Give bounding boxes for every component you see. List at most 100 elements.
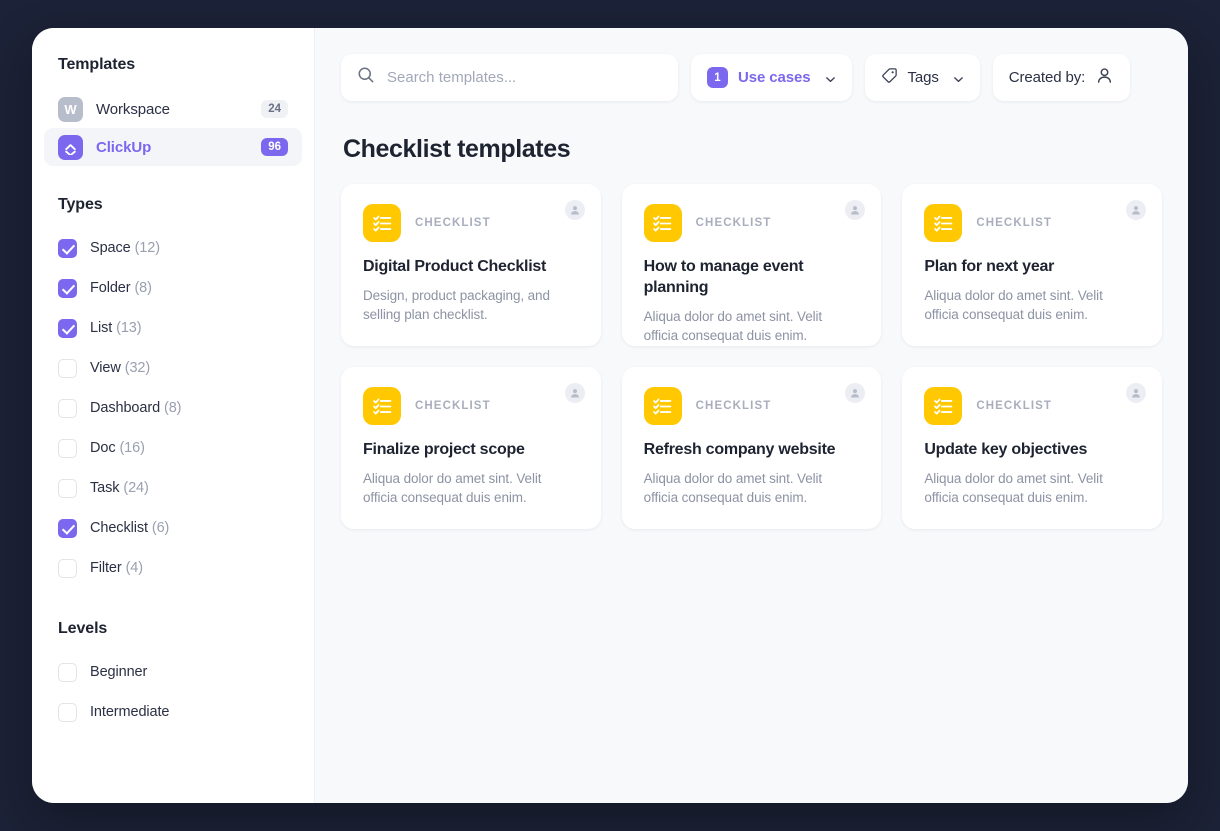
card-title: Refresh company website [643, 441, 836, 458]
template-card[interactable]: CHECKLIST Finalize project scope Aliqua do… [341, 367, 601, 529]
card-description: Aliqua dolor do amet sint. Velit officia… [924, 471, 1103, 505]
clickup-icon [58, 134, 83, 160]
types-heading: Types [58, 196, 103, 213]
sidebar-source-clickup[interactable]: ClickUp 96 [44, 128, 302, 166]
type-filter-view[interactable]: View (32) [32, 348, 314, 388]
type-filter-task[interactable]: Task (24) [32, 468, 314, 508]
type-filter-label: Filter (4) [90, 560, 143, 576]
types-filter-list: Space (12) Folder (8) List (13) View (32) Da… [32, 228, 314, 588]
card-title: Update key objectives [924, 441, 1088, 458]
sidebar-source-label: ClickUp [96, 138, 152, 156]
tags-filter-button[interactable]: Tags [864, 54, 980, 101]
checklist-icon [363, 204, 401, 242]
sidebar: Templates W Workspace 24 ClickUp 96 Types Sp… [32, 28, 315, 803]
type-filter-count: (32) [124, 360, 151, 376]
checkbox-icon[interactable] [58, 558, 77, 578]
type-filter-name: Dashboard [90, 400, 161, 416]
chevron-down-icon [953, 72, 964, 83]
card-header: CHECKLIST [643, 204, 860, 242]
avatar [1125, 200, 1146, 220]
checkbox-icon[interactable] [58, 438, 77, 458]
tag-icon [881, 67, 898, 89]
search-box[interactable] [341, 54, 678, 101]
type-filter-count: (13) [116, 320, 142, 336]
checkbox-checked-icon[interactable] [58, 278, 77, 298]
type-filter-label: Folder (8) [90, 280, 152, 296]
level-filter-label: Intermediate [90, 704, 170, 720]
app-window: Templates W Workspace 24 ClickUp 96 Types Sp… [32, 28, 1188, 803]
level-filter-beginner[interactable]: Beginner [32, 652, 314, 692]
sidebar-source-count-badge: 24 [261, 100, 288, 118]
main-content: 1 Use cases Tags [315, 28, 1188, 803]
checkbox-checked-icon[interactable] [58, 518, 77, 538]
checklist-icon [643, 204, 682, 242]
type-filter-folder[interactable]: Folder (8) [32, 268, 314, 308]
checkbox-icon[interactable] [58, 478, 77, 498]
type-filter-label: Space (12) [90, 240, 160, 256]
card-description: Aliqua dolor do amet sint. Velit officia… [643, 309, 823, 343]
type-filter-label: Dashboard (8) [90, 400, 182, 416]
type-filter-label: Checklist (6) [90, 520, 169, 536]
card-header: CHECKLIST [924, 204, 1140, 242]
chevron-down-icon [825, 72, 836, 83]
sidebar-source-workspace[interactable]: W Workspace 24 [44, 90, 302, 128]
type-filter-count: (8) [134, 280, 152, 296]
type-filter-name: Doc [90, 440, 116, 456]
card-header: CHECKLIST [363, 387, 579, 425]
type-filter-checklist[interactable]: Checklist (6) [32, 508, 314, 548]
card-header: CHECKLIST [363, 204, 579, 242]
checkbox-checked-icon[interactable] [58, 318, 77, 338]
checklist-icon [643, 387, 682, 425]
card-header: CHECKLIST [924, 387, 1140, 425]
search-input[interactable] [387, 69, 662, 86]
type-filter-count: (6) [151, 520, 170, 536]
workspace-icon: W [58, 96, 83, 122]
sidebar-source-label: Workspace [96, 100, 170, 118]
card-type-label: CHECKLIST [415, 400, 491, 412]
checkbox-icon[interactable] [58, 398, 77, 418]
type-filter-label: List (13) [90, 320, 142, 336]
use-cases-filter-button[interactable]: 1 Use cases [691, 54, 852, 101]
checkbox-checked-icon[interactable] [58, 238, 77, 258]
card-title: Plan for next year [924, 258, 1055, 275]
card-title: Digital Product Checklist [363, 258, 547, 275]
type-filter-count: (12) [134, 240, 160, 256]
avatar [1125, 383, 1146, 403]
level-filter-intermediate[interactable]: Intermediate [32, 692, 314, 732]
type-filter-list[interactable]: List (13) [32, 308, 314, 348]
use-cases-label: Use cases [738, 69, 811, 86]
template-card[interactable]: CHECKLIST Update key objectives Aliqua dol… [902, 367, 1162, 529]
level-filter-name: Beginner [90, 664, 148, 680]
level-filter-name: Intermediate [90, 704, 170, 720]
type-filter-name: Filter [90, 560, 122, 576]
checklist-icon [363, 387, 401, 425]
type-filter-count: (24) [123, 480, 149, 496]
use-cases-count-badge: 1 [707, 67, 728, 88]
card-description: Aliqua dolor do amet sint. Velit officia… [643, 471, 823, 505]
type-filter-name: Folder [90, 280, 131, 296]
levels-heading: Levels [58, 620, 108, 637]
templates-heading: Templates [58, 56, 136, 73]
level-filter-label: Beginner [90, 664, 147, 680]
avatar [845, 200, 866, 220]
tags-label: Tags [907, 69, 939, 86]
type-filter-filter[interactable]: Filter (4) [32, 548, 314, 588]
template-card[interactable]: CHECKLIST Refresh company website Aliqua d… [621, 367, 882, 529]
created-by-filter-button[interactable]: Created by: [992, 54, 1131, 101]
avatar [564, 200, 585, 220]
template-card[interactable]: CHECKLIST How to manage event planning Ali… [621, 184, 882, 346]
checkbox-icon[interactable] [58, 662, 77, 682]
card-description: Aliqua dolor do amet sint. Velit officia… [924, 288, 1103, 322]
type-filter-count: (4) [125, 560, 144, 576]
avatar [564, 383, 585, 403]
checkbox-icon[interactable] [58, 358, 77, 378]
checkbox-icon[interactable] [58, 702, 77, 722]
type-filter-dashboard[interactable]: Dashboard (8) [32, 388, 314, 428]
type-filter-doc[interactable]: Doc (16) [32, 428, 314, 468]
template-card[interactable]: CHECKLIST Digital Product Checklist Design… [341, 184, 601, 346]
type-filter-space[interactable]: Space (12) [32, 228, 314, 268]
template-card[interactable]: CHECKLIST Plan for next year Aliqua dolor … [902, 184, 1162, 346]
type-filter-label: Doc (16) [90, 440, 145, 456]
type-filter-count: (8) [163, 400, 182, 416]
card-description: Design, product packaging, and selling p… [363, 288, 550, 322]
